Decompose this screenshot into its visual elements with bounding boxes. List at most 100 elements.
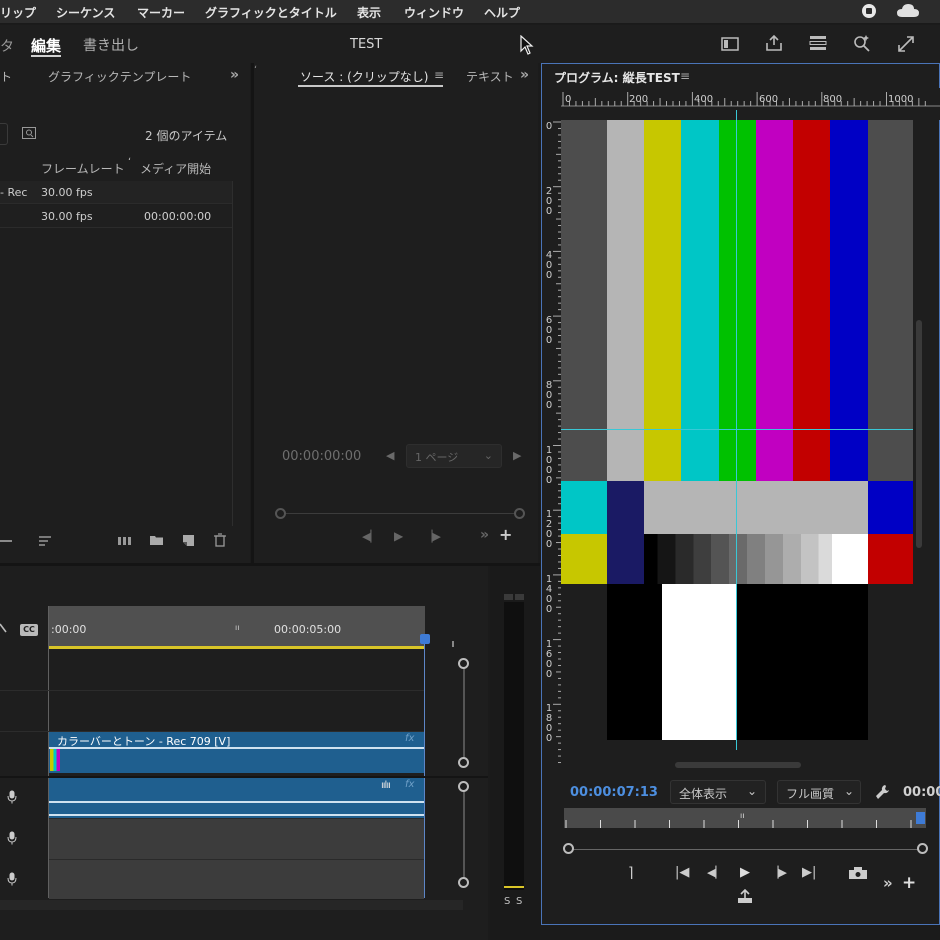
step-forward-icon[interactable]: ▕▶ xyxy=(424,531,441,542)
playhead-handle[interactable] xyxy=(916,812,925,824)
automate-to-sequence-icon[interactable] xyxy=(117,535,133,550)
panel-overflow-icon[interactable]: » xyxy=(520,68,529,82)
horizontal-guide-line[interactable] xyxy=(561,429,913,430)
workspace-tab-partial[interactable]: タ xyxy=(0,36,14,56)
search-input-partial[interactable] xyxy=(0,123,8,145)
overflow-controls-icon[interactable]: » xyxy=(480,528,489,542)
add-button-icon[interactable]: + xyxy=(499,527,512,543)
program-horizontal-scrollbar[interactable] xyxy=(675,762,801,768)
quick-search-icon[interactable] xyxy=(853,34,871,55)
playhead-handle[interactable] xyxy=(420,634,430,644)
progress-queue-icon[interactable] xyxy=(809,35,827,54)
vertical-guide-line[interactable] xyxy=(736,110,737,750)
panel-layout-icon[interactable] xyxy=(721,37,739,54)
tab-project-partial[interactable]: ト xyxy=(0,68,12,85)
panel-menu-icon[interactable]: ≡ xyxy=(680,70,690,82)
playback-resolution-select[interactable]: フル画質 ⌄ xyxy=(777,780,861,804)
program-mini-timeline[interactable]: ıı xyxy=(564,808,926,828)
table-row[interactable]: - Rec 30.00 fps xyxy=(0,181,232,204)
overflow-controls-icon[interactable]: » xyxy=(883,876,893,891)
go-to-out-icon[interactable]: ▶| xyxy=(802,866,816,879)
zoom-level-select[interactable]: 全体表示 ⌄ xyxy=(670,780,766,804)
program-monitor-title[interactable]: プログラム: 縦長TEST xyxy=(554,69,680,86)
fx-badge[interactable]: fx xyxy=(405,733,414,744)
new-item-icon[interactable] xyxy=(182,534,195,550)
export-frame-icon[interactable] xyxy=(848,866,868,883)
tab-export[interactable]: 書き出し xyxy=(83,35,139,55)
menu-window[interactable]: ウィンドウ xyxy=(404,4,464,21)
panel-overflow-icon[interactable]: » xyxy=(230,68,239,82)
scrollbar-bottom-handle[interactable] xyxy=(458,877,469,888)
work-area-bar[interactable] xyxy=(49,646,425,649)
previous-page-icon[interactable]: ◀ xyxy=(386,450,394,461)
video-track-scrollbar[interactable] xyxy=(463,664,465,762)
sort-icons-icon[interactable] xyxy=(38,535,52,550)
tab-graphics-templates[interactable]: グラフィックテンプレート xyxy=(48,68,191,85)
play-icon[interactable]: ▶ xyxy=(740,866,750,879)
timeline-horizontal-scrollbar[interactable] xyxy=(0,900,463,910)
vruler-label: 1000 xyxy=(545,444,553,486)
voiceover-record-icon[interactable] xyxy=(7,831,17,848)
audio-track-2[interactable] xyxy=(49,818,424,859)
program-timecode[interactable]: 00:00:07:13 xyxy=(570,785,658,800)
settings-wrench-icon[interactable] xyxy=(875,784,891,803)
zoom-slider-icon[interactable] xyxy=(0,540,12,542)
share-icon[interactable] xyxy=(765,34,783,55)
scrubber-in-handle[interactable] xyxy=(563,843,574,854)
tab-edit[interactable]: 編集 xyxy=(31,35,61,56)
audio-clip[interactable]: ıılıı fx xyxy=(49,778,424,818)
step-back-icon[interactable]: ◀▏ xyxy=(362,531,379,542)
fx-badge[interactable]: fx xyxy=(405,779,414,790)
scrubber-out-handle[interactable] xyxy=(917,843,928,854)
lift-export-icon[interactable] xyxy=(737,888,753,908)
tab-text[interactable]: テキスト xyxy=(466,68,514,85)
scrubber-out-handle[interactable] xyxy=(514,508,525,519)
source-monitor-title[interactable]: ソース : (クリップなし) xyxy=(300,68,428,85)
voiceover-record-icon[interactable] xyxy=(7,872,17,889)
program-vertical-scrollbar[interactable] xyxy=(916,320,922,548)
panel-menu-icon[interactable]: ≡ xyxy=(434,69,444,81)
voiceover-record-icon[interactable] xyxy=(7,790,17,807)
program-scrubber-track[interactable] xyxy=(570,849,922,850)
record-status-icon[interactable] xyxy=(862,4,876,18)
solo-right-button[interactable]: S xyxy=(516,896,522,907)
timeline-time-ruler[interactable]: :00:00 ıı 00:00:05:00 xyxy=(49,606,425,649)
scrollbar-bottom-handle[interactable] xyxy=(458,757,469,768)
source-timecode[interactable]: 00:00:00:00 xyxy=(282,449,361,464)
find-bin-icon[interactable] xyxy=(22,127,36,142)
add-button-icon[interactable]: + xyxy=(902,875,916,892)
menu-clip[interactable]: リップ xyxy=(0,4,36,21)
program-video-frame[interactable] xyxy=(561,120,913,740)
source-scrubber-track[interactable] xyxy=(284,513,519,514)
table-row[interactable]: 30.00 fps 00:00:00:00 xyxy=(0,205,232,228)
audio-track-3[interactable] xyxy=(49,859,424,899)
menu-help[interactable]: ヘルプ xyxy=(484,4,520,21)
scrollbar-top-handle[interactable] xyxy=(458,781,469,792)
menu-marker[interactable]: マーカー xyxy=(137,4,185,21)
video-clip[interactable]: カラーバーとトーン - Rec 709 [V] fx xyxy=(49,732,424,773)
column-media-start[interactable]: メディア開始 xyxy=(140,160,211,177)
new-bin-icon[interactable] xyxy=(149,534,164,549)
next-page-icon[interactable]: ▶ xyxy=(513,450,521,461)
step-forward-icon[interactable]: ▕▶ xyxy=(770,867,787,878)
cloud-icon[interactable] xyxy=(896,3,920,19)
page-select[interactable]: 1 ページ ⌄ xyxy=(406,444,502,468)
audio-track-scrollbar[interactable] xyxy=(463,788,465,882)
playhead-line[interactable] xyxy=(424,644,425,898)
menu-view[interactable]: 表示 xyxy=(357,4,381,21)
menu-sequence[interactable]: シーケンス xyxy=(56,4,115,21)
captions-cc-icon[interactable]: CC xyxy=(20,624,38,636)
tab-partial-mark[interactable]: ʻ xyxy=(254,65,257,76)
trash-icon[interactable] xyxy=(214,533,226,550)
scrubber-in-handle[interactable] xyxy=(275,508,286,519)
go-to-in-icon[interactable]: |◀ xyxy=(675,866,689,879)
scrollbar-top-handle[interactable] xyxy=(458,658,469,669)
fullscreen-icon[interactable] xyxy=(897,35,915,56)
column-framerate[interactable]: フレームレート xyxy=(41,160,125,177)
play-icon[interactable]: ▶ xyxy=(394,530,403,542)
wrench-tool-icon[interactable] xyxy=(0,622,8,637)
solo-left-button[interactable]: S xyxy=(504,896,510,907)
step-back-icon[interactable]: ◀▏ xyxy=(707,867,724,878)
menu-graphics-and-titles[interactable]: グラフィックとタイトル xyxy=(205,4,337,21)
add-marker-icon[interactable]: ⌉ xyxy=(628,866,633,880)
